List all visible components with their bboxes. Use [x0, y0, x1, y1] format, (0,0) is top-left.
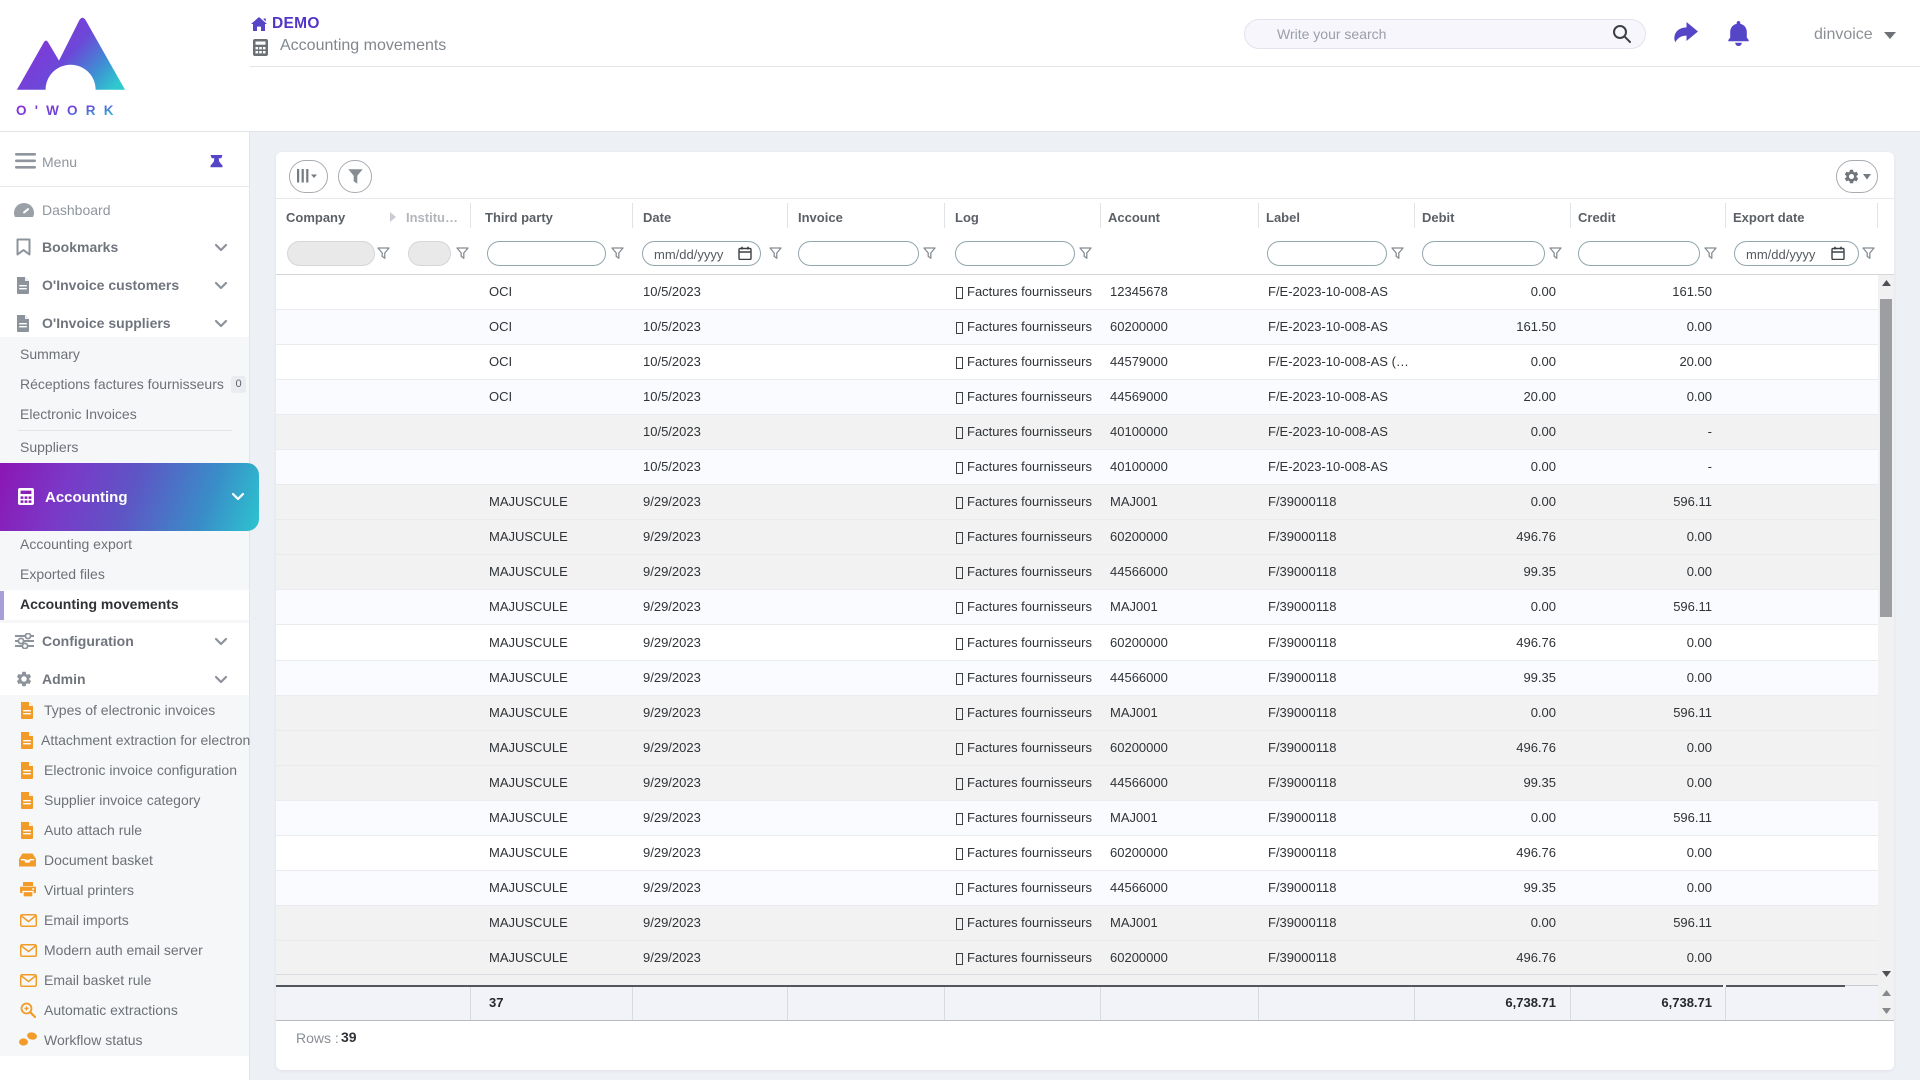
svg-text:O'WORK: O'WORK: [16, 103, 122, 118]
